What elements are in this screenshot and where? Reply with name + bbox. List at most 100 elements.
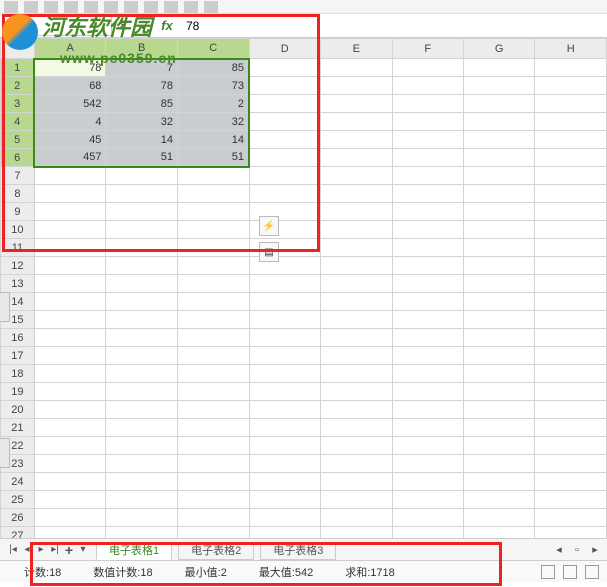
cell[interactable] [463, 419, 534, 437]
cell[interactable] [106, 185, 178, 203]
row-header[interactable]: 21 [1, 419, 35, 437]
quick-analysis-icon[interactable]: ⚡ [259, 216, 279, 236]
cell[interactable] [535, 221, 607, 239]
cell[interactable] [392, 185, 463, 203]
cell[interactable] [34, 257, 106, 275]
cell[interactable] [106, 473, 178, 491]
toolbar-icon[interactable] [104, 1, 118, 13]
cell[interactable] [106, 311, 178, 329]
cell[interactable] [535, 95, 607, 113]
cell[interactable] [321, 527, 392, 539]
view-pagelayout-icon[interactable] [563, 565, 577, 579]
cell[interactable] [321, 347, 392, 365]
cell[interactable]: 32 [177, 113, 249, 131]
toolbar-icon[interactable] [124, 1, 138, 13]
cell[interactable] [249, 329, 320, 347]
cell[interactable] [392, 149, 463, 167]
side-panel-tab[interactable] [0, 292, 10, 322]
cell[interactable] [535, 185, 607, 203]
cancel-edit-icon[interactable]: ✕ [112, 16, 134, 36]
row-header[interactable]: 1 [1, 59, 35, 77]
cell[interactable] [392, 365, 463, 383]
fx-icon[interactable]: fx [156, 16, 178, 36]
column-header[interactable]: H [535, 39, 607, 59]
cell[interactable] [249, 527, 320, 539]
cell[interactable]: 542 [34, 95, 106, 113]
cell[interactable] [34, 347, 106, 365]
select-all-corner[interactable] [1, 39, 35, 59]
column-header[interactable]: D [249, 39, 320, 59]
cell[interactable] [177, 257, 249, 275]
row-header[interactable]: 7 [1, 167, 35, 185]
cell[interactable] [249, 77, 320, 95]
row-header[interactable]: 20 [1, 401, 35, 419]
toolbar-icon[interactable] [204, 1, 218, 13]
cell[interactable] [321, 329, 392, 347]
cell[interactable] [34, 365, 106, 383]
cell[interactable] [463, 221, 534, 239]
cell[interactable] [463, 293, 534, 311]
cell[interactable] [392, 131, 463, 149]
cell[interactable] [177, 293, 249, 311]
cell[interactable] [463, 167, 534, 185]
cell[interactable] [535, 401, 607, 419]
cell[interactable] [535, 455, 607, 473]
cell[interactable] [321, 77, 392, 95]
cell[interactable]: 51 [177, 149, 249, 167]
cell[interactable] [463, 509, 534, 527]
cell[interactable] [177, 491, 249, 509]
cell[interactable] [249, 347, 320, 365]
cell[interactable] [535, 131, 607, 149]
row-header[interactable]: 16 [1, 329, 35, 347]
cell[interactable] [535, 311, 607, 329]
row-header[interactable]: 3 [1, 95, 35, 113]
cell[interactable] [249, 95, 320, 113]
cell[interactable] [321, 167, 392, 185]
cell[interactable] [463, 149, 534, 167]
view-pagebreak-icon[interactable] [585, 565, 599, 579]
cell[interactable] [177, 221, 249, 239]
cell[interactable] [321, 293, 392, 311]
confirm-edit-icon[interactable]: ✓ [134, 16, 156, 36]
cell[interactable] [249, 293, 320, 311]
row-header[interactable]: 6 [1, 149, 35, 167]
cell[interactable] [177, 185, 249, 203]
cell[interactable] [249, 59, 320, 77]
formula-input[interactable] [178, 16, 607, 36]
cell[interactable] [321, 59, 392, 77]
row-header[interactable]: 18 [1, 365, 35, 383]
hscroll-square-icon[interactable]: ▫ [571, 544, 583, 556]
cell[interactable] [34, 491, 106, 509]
cell[interactable] [392, 311, 463, 329]
cell[interactable] [392, 77, 463, 95]
cell[interactable] [34, 293, 106, 311]
row-header[interactable]: 10 [1, 221, 35, 239]
cell[interactable] [535, 275, 607, 293]
cell[interactable] [463, 491, 534, 509]
cell[interactable] [463, 275, 534, 293]
cell[interactable] [34, 311, 106, 329]
cell[interactable] [392, 437, 463, 455]
cell[interactable]: 68 [34, 77, 106, 95]
cell[interactable] [463, 77, 534, 95]
cell[interactable] [34, 383, 106, 401]
cell[interactable] [249, 491, 320, 509]
cell[interactable] [321, 491, 392, 509]
cell[interactable] [106, 401, 178, 419]
cell[interactable] [463, 365, 534, 383]
cell[interactable] [321, 113, 392, 131]
cell[interactable] [535, 203, 607, 221]
cell[interactable] [249, 437, 320, 455]
cell[interactable] [392, 95, 463, 113]
cell[interactable] [106, 167, 178, 185]
tab-nav-next-icon[interactable]: ▸ [34, 542, 48, 558]
cell[interactable] [106, 365, 178, 383]
cell[interactable] [535, 527, 607, 539]
cell[interactable] [249, 131, 320, 149]
toolbar-icon[interactable] [164, 1, 178, 13]
cell[interactable] [392, 59, 463, 77]
cell[interactable] [463, 527, 534, 539]
cell[interactable] [177, 365, 249, 383]
cell[interactable] [106, 347, 178, 365]
cell[interactable]: 85 [177, 59, 249, 77]
